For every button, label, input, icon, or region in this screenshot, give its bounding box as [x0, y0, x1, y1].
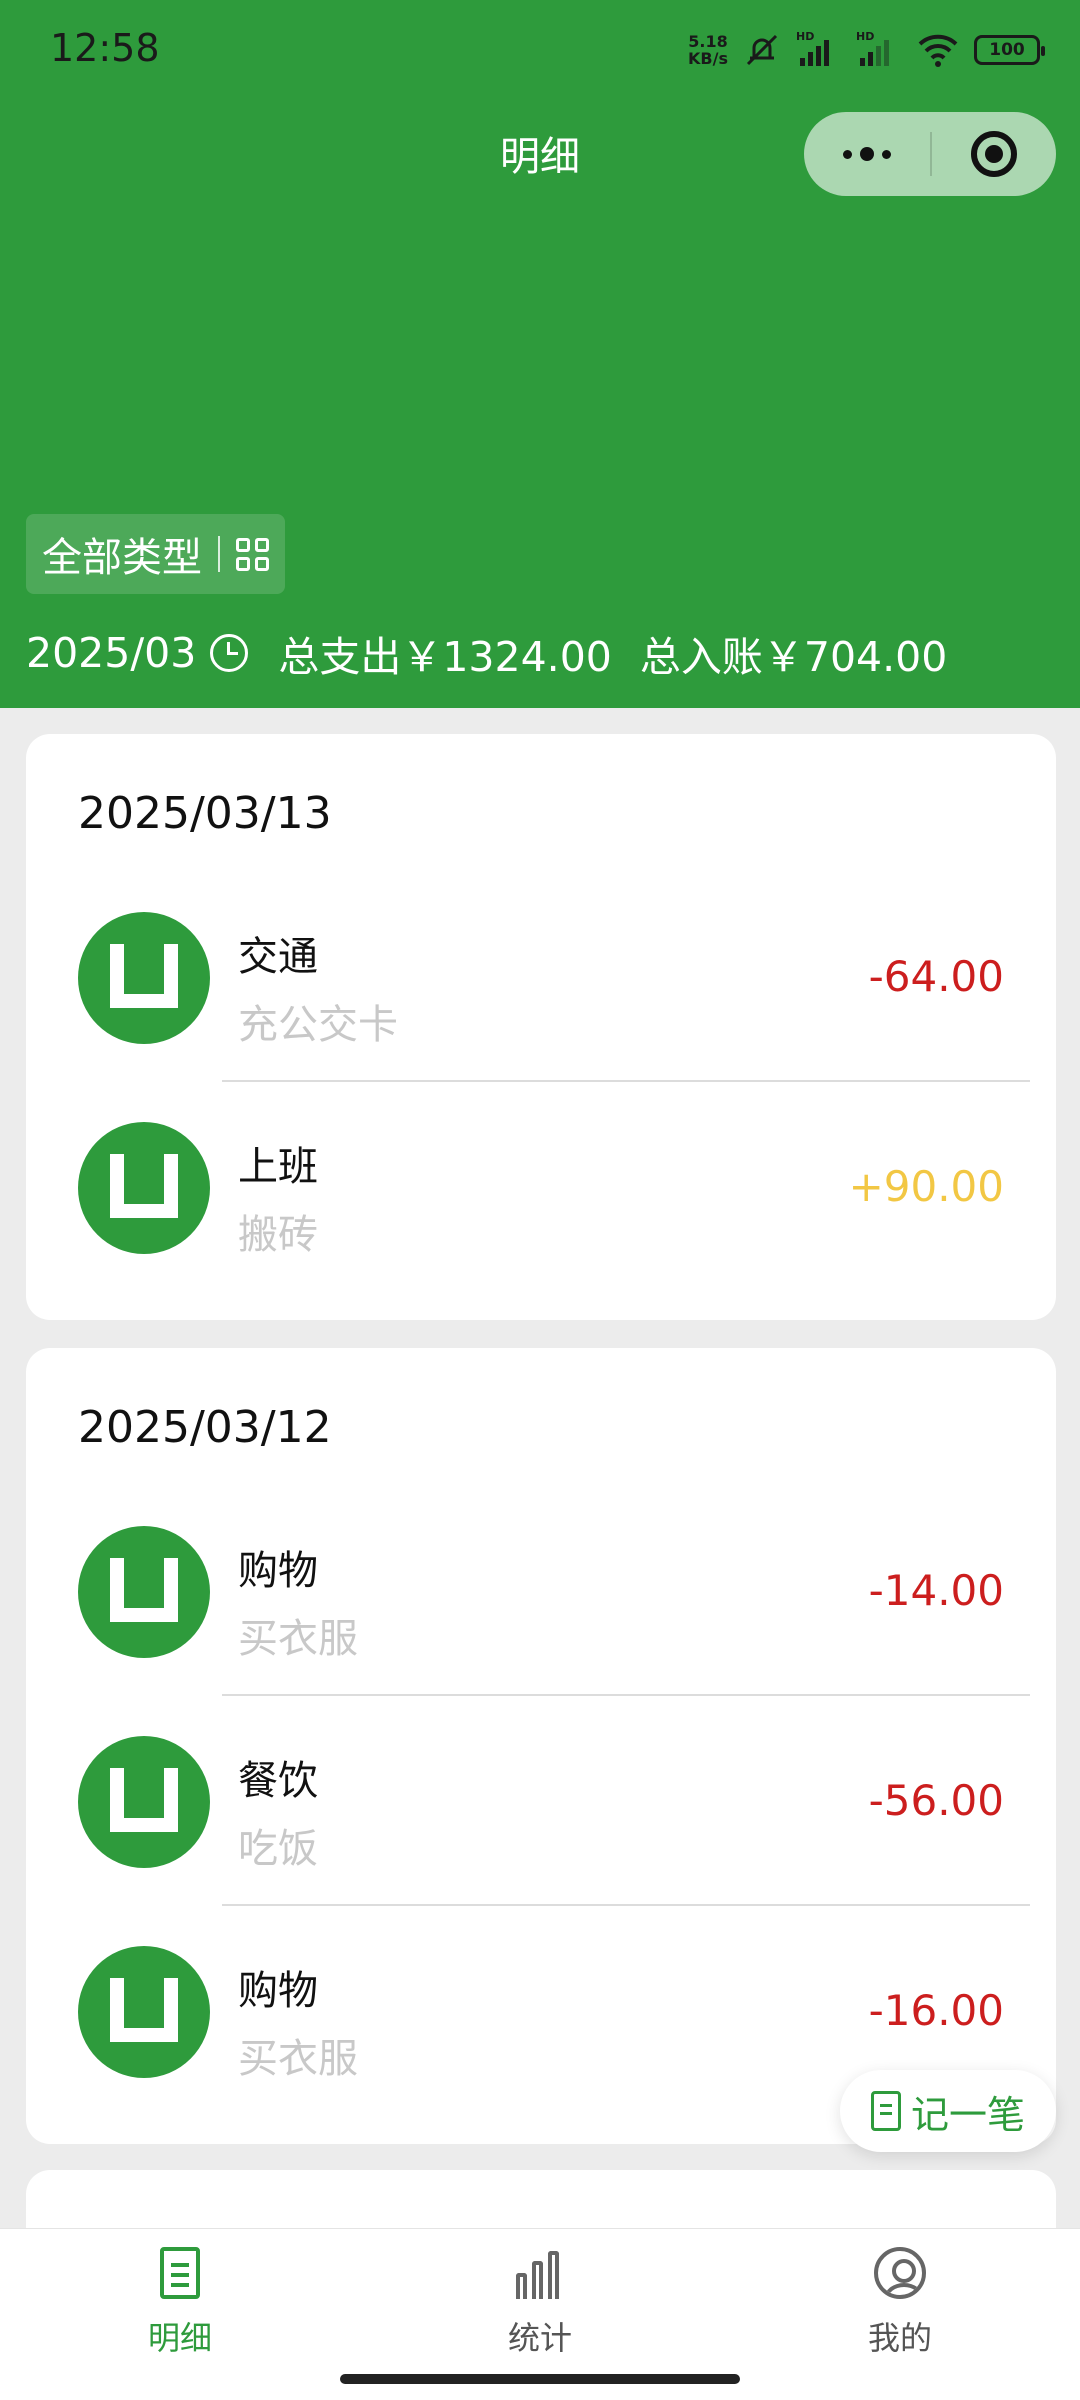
- month-selector[interactable]: 2025/03: [26, 629, 196, 677]
- grid-icon: [236, 537, 269, 571]
- home-indicator[interactable]: [340, 2374, 740, 2384]
- filter-divider: [218, 536, 220, 572]
- total-income: 总入账￥704.00: [639, 633, 948, 681]
- bar-chart-icon: [516, 2247, 564, 2299]
- total-expense: 总支出￥1324.00: [278, 633, 612, 681]
- battery-icon: 100: [974, 35, 1045, 65]
- mute-bell-icon: [746, 34, 778, 66]
- tab-profile[interactable]: 我的: [800, 2247, 1000, 2359]
- category-icon: [78, 1122, 210, 1254]
- clock-icon[interactable]: [210, 634, 249, 672]
- category-icon: [78, 1736, 210, 1868]
- record-category: 购物: [238, 1548, 318, 1594]
- day-card: 2025/03/13 交通 充公交卡 -64.00 上班 搬砖 +90.00: [26, 734, 1056, 1320]
- record-amount: -16.00: [868, 1986, 1004, 2035]
- add-record-label: 记一笔: [910, 2092, 1025, 2137]
- more-dots-icon: [843, 147, 891, 161]
- close-miniprogram-button[interactable]: [932, 112, 1056, 196]
- mini-program-capsule: [804, 112, 1056, 196]
- net-speed-value: 5.18: [688, 32, 728, 51]
- category-icon: [78, 912, 210, 1044]
- net-speed-unit: KB/s: [688, 49, 728, 68]
- type-filter-label: 全部类型: [42, 535, 202, 581]
- record-category: 购物: [238, 1968, 318, 2014]
- category-icon: [78, 1526, 210, 1658]
- type-filter-button[interactable]: 全部类型: [26, 514, 285, 594]
- record-note: 买衣服: [238, 2036, 358, 2082]
- tab-label: 统计: [507, 2319, 572, 2357]
- edit-note-icon: [870, 2091, 901, 2131]
- header: 12:58 5.18 KB/s HD HD 100 明细 全部类型 2025/0…: [0, 0, 1080, 708]
- signal-icon: HD: [856, 30, 902, 70]
- tab-label: 我的: [867, 2319, 932, 2357]
- status-time: 12:58: [50, 26, 160, 70]
- signal-icon: HD: [796, 30, 842, 70]
- record-note: 搬砖: [238, 1212, 318, 1258]
- record-amount: -64.00: [868, 952, 1004, 1001]
- add-record-button[interactable]: 记一笔: [840, 2070, 1056, 2152]
- document-icon: [160, 2247, 200, 2299]
- net-speed: 5.18 KB/s: [688, 33, 728, 67]
- record-category: 交通: [238, 934, 318, 980]
- status-icons: 5.18 KB/s HD HD 100: [688, 28, 1045, 72]
- tab-statistics[interactable]: 统计: [440, 2247, 640, 2359]
- record-amount: -14.00: [868, 1566, 1004, 1615]
- record-row[interactable]: 交通 充公交卡 -64.00: [26, 872, 1056, 1082]
- day-date: 2025/03/12: [78, 1402, 332, 1453]
- day-date: 2025/03/13: [78, 788, 332, 839]
- record-row[interactable]: 餐饮 吃饭 -56.00: [26, 1696, 1056, 1906]
- record-row[interactable]: 上班 搬砖 +90.00: [26, 1082, 1056, 1292]
- record-note: 充公交卡: [238, 1002, 398, 1048]
- wifi-icon: [918, 34, 958, 67]
- day-card: 2025/03/12 购物 买衣服 -14.00 餐饮 吃饭 -56.00 购物…: [26, 1348, 1056, 2144]
- record-note: 吃饭: [238, 1826, 318, 1872]
- status-bar: 12:58 5.18 KB/s HD HD 100: [0, 0, 1080, 100]
- record-amount: +90.00: [848, 1162, 1004, 1211]
- record-amount: -56.00: [868, 1776, 1004, 1825]
- category-icon: [78, 1946, 210, 2078]
- user-icon: [874, 2247, 926, 2299]
- month-summary: 2025/03 总支出￥1324.00 总入账￥704.00: [26, 622, 947, 684]
- record-note: 买衣服: [238, 1616, 358, 1662]
- tab-label: 明细: [147, 2319, 212, 2357]
- record-row[interactable]: 购物 买衣服 -14.00: [26, 1486, 1056, 1696]
- more-button[interactable]: [804, 112, 930, 196]
- target-icon: [971, 131, 1017, 177]
- record-category: 上班: [238, 1144, 318, 1190]
- record-category: 餐饮: [238, 1758, 318, 1804]
- tab-details[interactable]: 明细: [80, 2247, 280, 2359]
